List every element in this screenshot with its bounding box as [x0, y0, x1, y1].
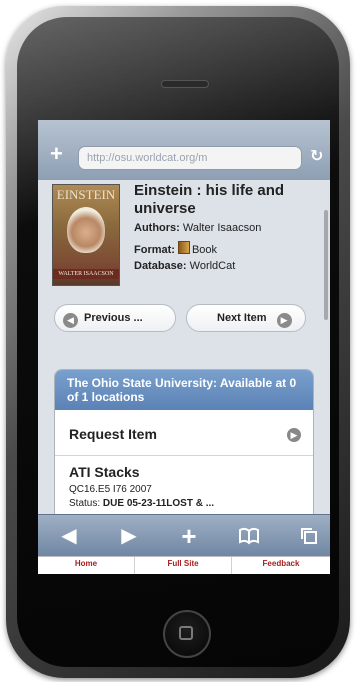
format-label: Format:	[134, 244, 175, 256]
forward-icon[interactable]: ▶	[114, 523, 144, 549]
browser-toolbar: ◀ ▶ +	[38, 514, 330, 557]
request-item-row[interactable]: Request Item ▶	[55, 414, 313, 456]
authors-line: Authors: Walter Isaacson	[134, 222, 324, 234]
previous-label: Previous ...	[84, 312, 143, 324]
page-content: EINSTEIN WALTER ISAACSON Einstein : his …	[38, 180, 330, 514]
format-value: Book	[191, 244, 218, 256]
scroll-indicator	[324, 210, 328, 320]
next-label: Next Item	[217, 312, 267, 324]
back-icon[interactable]: ◀	[54, 523, 84, 549]
site-footer: Home Full Site Feedback	[38, 556, 330, 574]
chevron-right-icon: ▶	[276, 313, 292, 328]
request-item-label: Request Item	[69, 426, 157, 442]
next-item-button[interactable]: Next Item ▶	[186, 304, 306, 332]
availability-header: The Ohio State University: Available at …	[55, 370, 313, 410]
book-format-icon	[177, 241, 190, 254]
status-line: Status: DUE 05-23-11LOST & ...	[69, 498, 214, 509]
cover-title: EINSTEIN	[56, 187, 116, 202]
phone-screen: + http://osu.worldcat.org/m ↻ EINSTEIN W…	[38, 120, 330, 574]
bookmarks-icon[interactable]	[234, 523, 264, 549]
book-title: Einstein : his life and universe	[134, 182, 285, 217]
home-square-icon	[179, 626, 193, 640]
cover-author: WALTER ISAACSON	[53, 269, 119, 279]
footer-link-feedback[interactable]: Feedback	[232, 557, 330, 574]
home-button[interactable]	[163, 610, 211, 658]
add-icon[interactable]: +	[174, 523, 204, 549]
chevron-left-icon: ◀	[63, 313, 78, 328]
previous-button[interactable]: ◀ Previous ...	[54, 304, 176, 332]
footer-link-home[interactable]: Home	[38, 557, 135, 574]
authors-value: Walter Isaacson	[182, 222, 262, 234]
location-name: ATI Stacks	[69, 464, 140, 480]
database-value: WorldCat	[189, 260, 236, 272]
status-value: DUE 05-23-11LOST & ...	[102, 498, 215, 509]
format-line: Format: Book	[134, 241, 324, 256]
reload-icon[interactable]: ↻	[310, 146, 323, 168]
earpiece-speaker	[161, 80, 209, 88]
chevron-right-icon: ▶	[287, 428, 301, 442]
availability-card: The Ohio State University: Available at …	[54, 369, 314, 514]
browser-url-bar: + http://osu.worldcat.org/m ↻	[38, 120, 330, 180]
cover-portrait	[67, 207, 105, 253]
add-bookmark-icon[interactable]: +	[50, 143, 63, 165]
status-label: Status:	[69, 498, 101, 509]
footer-link-full-site[interactable]: Full Site	[135, 557, 232, 574]
url-field[interactable]: http://osu.worldcat.org/m	[78, 146, 302, 170]
call-number: QC16.E5 I76 2007	[69, 484, 152, 495]
database-label: Database:	[134, 260, 187, 272]
authors-label: Authors:	[134, 222, 180, 234]
book-cover-image: EINSTEIN WALTER ISAACSON	[52, 184, 120, 286]
pages-icon[interactable]	[294, 523, 324, 549]
database-line: Database: WorldCat	[134, 260, 324, 272]
